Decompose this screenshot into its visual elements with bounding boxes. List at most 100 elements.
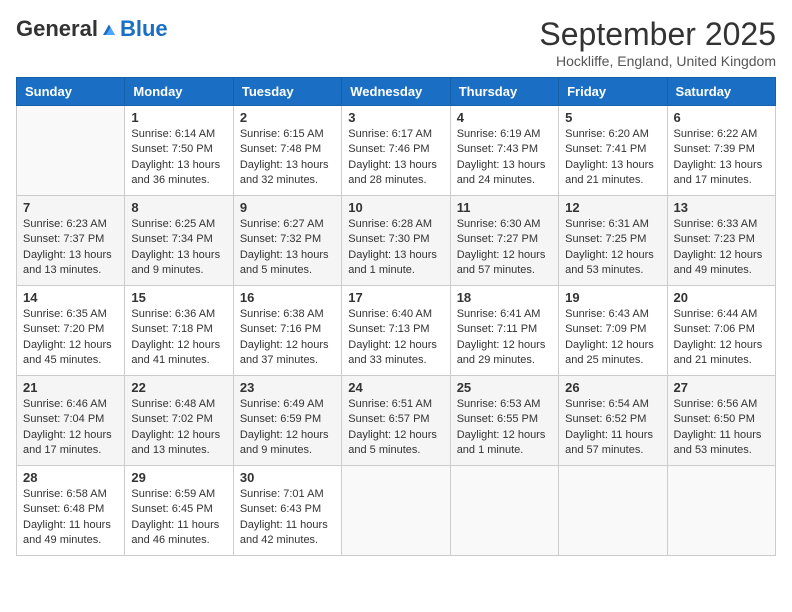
day-number: 9 (240, 200, 335, 215)
daylight-label: Daylight: 11 hours and 42 minutes. (240, 519, 328, 546)
title-block: September 2025 Hockliffe, England, Unite… (539, 16, 776, 69)
sunrise-label: Sunrise: 6:48 AM (131, 398, 215, 410)
sunset-label: Sunset: 7:39 PM (674, 143, 755, 155)
sunset-label: Sunset: 6:52 PM (565, 413, 646, 425)
sunset-label: Sunset: 7:37 PM (23, 233, 104, 245)
day-number: 1 (131, 110, 226, 125)
sunrise-label: Sunrise: 6:14 AM (131, 128, 215, 140)
day-info: Sunrise: 6:51 AM Sunset: 6:57 PM Dayligh… (348, 397, 443, 459)
sunset-label: Sunset: 7:34 PM (131, 233, 212, 245)
sunrise-label: Sunrise: 6:36 AM (131, 308, 215, 320)
sunrise-label: Sunrise: 6:58 AM (23, 488, 107, 500)
calendar-cell: 20 Sunrise: 6:44 AM Sunset: 7:06 PM Dayl… (667, 286, 775, 376)
calendar-cell: 23 Sunrise: 6:49 AM Sunset: 6:59 PM Dayl… (233, 376, 341, 466)
calendar-cell (17, 106, 125, 196)
day-number: 21 (23, 380, 118, 395)
sunset-label: Sunset: 7:09 PM (565, 323, 646, 335)
calendar-cell: 22 Sunrise: 6:48 AM Sunset: 7:02 PM Dayl… (125, 376, 233, 466)
month-title: September 2025 (539, 16, 776, 53)
day-number: 23 (240, 380, 335, 395)
day-info: Sunrise: 6:54 AM Sunset: 6:52 PM Dayligh… (565, 397, 660, 459)
logo: General Blue (16, 16, 168, 42)
daylight-label: Daylight: 12 hours and 41 minutes. (131, 339, 220, 366)
sunrise-label: Sunrise: 6:17 AM (348, 128, 432, 140)
calendar-cell: 19 Sunrise: 6:43 AM Sunset: 7:09 PM Dayl… (559, 286, 667, 376)
sunrise-label: Sunrise: 6:31 AM (565, 218, 649, 230)
calendar-cell: 13 Sunrise: 6:33 AM Sunset: 7:23 PM Dayl… (667, 196, 775, 286)
day-number: 2 (240, 110, 335, 125)
sunrise-label: Sunrise: 6:59 AM (131, 488, 215, 500)
calendar-cell (667, 466, 775, 556)
page-header: General Blue September 2025 Hockliffe, E… (16, 16, 776, 69)
weekday-header: Sunday (17, 78, 125, 106)
sunrise-label: Sunrise: 6:22 AM (674, 128, 758, 140)
day-number: 16 (240, 290, 335, 305)
sunset-label: Sunset: 7:18 PM (131, 323, 212, 335)
daylight-label: Daylight: 12 hours and 5 minutes. (348, 429, 437, 456)
calendar-week-row: 28 Sunrise: 6:58 AM Sunset: 6:48 PM Dayl… (17, 466, 776, 556)
day-info: Sunrise: 6:36 AM Sunset: 7:18 PM Dayligh… (131, 307, 226, 369)
calendar-week-row: 14 Sunrise: 6:35 AM Sunset: 7:20 PM Dayl… (17, 286, 776, 376)
day-number: 4 (457, 110, 552, 125)
daylight-label: Daylight: 13 hours and 21 minutes. (565, 159, 654, 186)
weekday-header: Friday (559, 78, 667, 106)
sunrise-label: Sunrise: 6:30 AM (457, 218, 541, 230)
day-info: Sunrise: 6:59 AM Sunset: 6:45 PM Dayligh… (131, 487, 226, 549)
sunrise-label: Sunrise: 6:46 AM (23, 398, 107, 410)
sunset-label: Sunset: 7:20 PM (23, 323, 104, 335)
day-info: Sunrise: 6:38 AM Sunset: 7:16 PM Dayligh… (240, 307, 335, 369)
daylight-label: Daylight: 13 hours and 13 minutes. (23, 249, 112, 276)
day-info: Sunrise: 6:15 AM Sunset: 7:48 PM Dayligh… (240, 127, 335, 189)
day-info: Sunrise: 6:30 AM Sunset: 7:27 PM Dayligh… (457, 217, 552, 279)
sunset-label: Sunset: 7:48 PM (240, 143, 321, 155)
daylight-label: Daylight: 13 hours and 5 minutes. (240, 249, 329, 276)
day-info: Sunrise: 6:27 AM Sunset: 7:32 PM Dayligh… (240, 217, 335, 279)
sunrise-label: Sunrise: 7:01 AM (240, 488, 324, 500)
calendar-cell: 5 Sunrise: 6:20 AM Sunset: 7:41 PM Dayli… (559, 106, 667, 196)
sunrise-label: Sunrise: 6:44 AM (674, 308, 758, 320)
daylight-label: Daylight: 12 hours and 9 minutes. (240, 429, 329, 456)
sunrise-label: Sunrise: 6:43 AM (565, 308, 649, 320)
daylight-label: Daylight: 11 hours and 57 minutes. (565, 429, 653, 456)
sunrise-label: Sunrise: 6:51 AM (348, 398, 432, 410)
sunset-label: Sunset: 7:04 PM (23, 413, 104, 425)
day-number: 30 (240, 470, 335, 485)
calendar-week-row: 7 Sunrise: 6:23 AM Sunset: 7:37 PM Dayli… (17, 196, 776, 286)
daylight-label: Daylight: 13 hours and 1 minute. (348, 249, 437, 276)
daylight-label: Daylight: 12 hours and 21 minutes. (674, 339, 763, 366)
day-number: 17 (348, 290, 443, 305)
weekday-header: Thursday (450, 78, 558, 106)
daylight-label: Daylight: 12 hours and 57 minutes. (457, 249, 546, 276)
day-number: 14 (23, 290, 118, 305)
day-info: Sunrise: 6:53 AM Sunset: 6:55 PM Dayligh… (457, 397, 552, 459)
calendar-cell: 24 Sunrise: 6:51 AM Sunset: 6:57 PM Dayl… (342, 376, 450, 466)
day-number: 13 (674, 200, 769, 215)
daylight-label: Daylight: 13 hours and 28 minutes. (348, 159, 437, 186)
calendar-cell: 12 Sunrise: 6:31 AM Sunset: 7:25 PM Dayl… (559, 196, 667, 286)
calendar-cell: 1 Sunrise: 6:14 AM Sunset: 7:50 PM Dayli… (125, 106, 233, 196)
calendar-cell: 30 Sunrise: 7:01 AM Sunset: 6:43 PM Dayl… (233, 466, 341, 556)
calendar-cell (450, 466, 558, 556)
sunrise-label: Sunrise: 6:20 AM (565, 128, 649, 140)
sunset-label: Sunset: 7:32 PM (240, 233, 321, 245)
daylight-label: Daylight: 13 hours and 36 minutes. (131, 159, 220, 186)
day-info: Sunrise: 6:28 AM Sunset: 7:30 PM Dayligh… (348, 217, 443, 279)
weekday-header: Wednesday (342, 78, 450, 106)
daylight-label: Daylight: 12 hours and 53 minutes. (565, 249, 654, 276)
calendar-cell: 8 Sunrise: 6:25 AM Sunset: 7:34 PM Dayli… (125, 196, 233, 286)
calendar-cell: 21 Sunrise: 6:46 AM Sunset: 7:04 PM Dayl… (17, 376, 125, 466)
daylight-label: Daylight: 12 hours and 25 minutes. (565, 339, 654, 366)
daylight-label: Daylight: 12 hours and 49 minutes. (674, 249, 763, 276)
sunset-label: Sunset: 7:30 PM (348, 233, 429, 245)
sunset-label: Sunset: 6:50 PM (674, 413, 755, 425)
sunrise-label: Sunrise: 6:38 AM (240, 308, 324, 320)
day-info: Sunrise: 6:41 AM Sunset: 7:11 PM Dayligh… (457, 307, 552, 369)
day-number: 29 (131, 470, 226, 485)
day-number: 28 (23, 470, 118, 485)
day-info: Sunrise: 6:20 AM Sunset: 7:41 PM Dayligh… (565, 127, 660, 189)
daylight-label: Daylight: 13 hours and 9 minutes. (131, 249, 220, 276)
daylight-label: Daylight: 11 hours and 46 minutes. (131, 519, 219, 546)
calendar-cell: 17 Sunrise: 6:40 AM Sunset: 7:13 PM Dayl… (342, 286, 450, 376)
calendar-cell: 7 Sunrise: 6:23 AM Sunset: 7:37 PM Dayli… (17, 196, 125, 286)
sunset-label: Sunset: 6:45 PM (131, 503, 212, 515)
